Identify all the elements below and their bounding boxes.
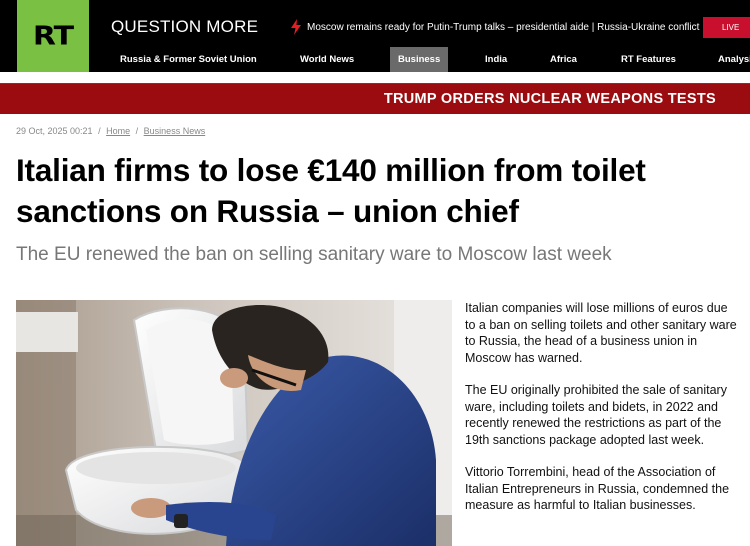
article-paragraph: The EU originally prohibited the sale of… xyxy=(465,383,727,447)
article-meta: 29 Oct, 2025 00:21 / Home / Business New… xyxy=(16,126,205,136)
nav-item-rt-features[interactable]: RT Features xyxy=(621,47,676,72)
article-paragraph: Italian companies will lose millions of … xyxy=(465,301,737,365)
breaking-banner[interactable]: TRUMP ORDERS NUCLEAR WEAPONS TESTS xyxy=(0,83,750,114)
nav-item-business[interactable]: Business xyxy=(390,47,449,72)
lightning-bolt-icon xyxy=(291,19,301,35)
breadcrumb-separator: / xyxy=(135,126,139,136)
article-photo[interactable] xyxy=(16,300,452,546)
site-tagline: QUESTION MORE xyxy=(111,17,259,36)
breaking-news-ticker[interactable]: Moscow remains ready for Putin-Trump tal… xyxy=(290,19,699,35)
site-header: RT QUESTION MORE Moscow remains ready fo… xyxy=(0,0,750,72)
breaking-news-text: Moscow remains ready for Putin-Trump tal… xyxy=(307,21,700,33)
nav-item-russia[interactable]: Russia & Former Soviet Union xyxy=(120,47,257,72)
nav-item-africa[interactable]: Africa xyxy=(550,47,577,72)
breadcrumb-separator: / xyxy=(98,126,101,136)
banner-headline: TRUMP ORDERS NUCLEAR WEAPONS TESTS xyxy=(383,91,716,107)
article-paragraph: Vittorio Torrembini, head of the Associa… xyxy=(465,465,730,512)
main-navigation: Russia & Former Soviet Union World News … xyxy=(0,47,750,72)
breadcrumb-home[interactable]: Home xyxy=(106,126,130,136)
article-body: Italian companies will lose millions of … xyxy=(465,300,740,530)
toilet-repair-photo xyxy=(16,300,452,546)
live-button[interactable]: LIVE xyxy=(703,17,750,38)
article-headline: Italian firms to lose €140 million from … xyxy=(16,152,646,229)
article-subtitle: The EU renewed the ban on selling sanita… xyxy=(16,244,612,265)
article-date: 29 Oct, 2025 00:21 xyxy=(16,126,93,136)
nav-item-world-news[interactable]: World News xyxy=(300,47,354,72)
breadcrumb-business-news[interactable]: Business News xyxy=(144,126,206,136)
nav-item-india[interactable]: India xyxy=(485,47,507,72)
nav-item-analysis[interactable]: Analysis xyxy=(718,47,750,72)
